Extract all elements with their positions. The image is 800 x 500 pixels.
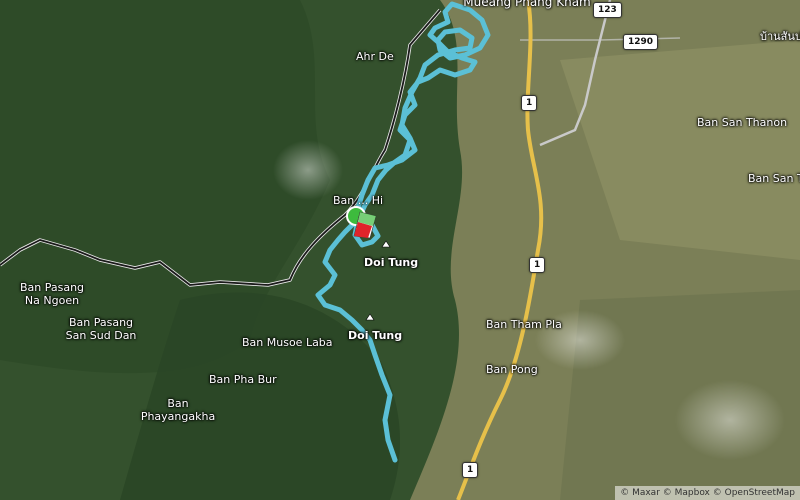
- cloud: [273, 140, 343, 200]
- peak-label-doi-tung: Doi Tung: [364, 256, 419, 269]
- village-label-ban-phayangakha: Ban Phayangakha: [140, 397, 216, 423]
- village-label-ban-pasang-na-ngoen: Ban Pasang Na Ngoen: [19, 281, 85, 307]
- village-label-ban-pong: Ban Pong: [486, 363, 538, 376]
- route-shield-123: 123: [593, 2, 622, 18]
- village-label-ban-san-t: Ban San T: [748, 172, 800, 185]
- village-label-ban-san-thanon: Ban San Thanon: [697, 116, 788, 129]
- village-label-ahr-de: Ahr De: [356, 50, 394, 63]
- village-label-thai: บ้านสันป: [760, 30, 800, 43]
- map-attribution[interactable]: © Maxar © Mapbox © OpenStreetMap: [615, 486, 800, 500]
- route-shield-1290: 1290: [623, 34, 659, 50]
- map-view[interactable]: Mueang Phang Kham Ahr De Ban ... Hi Doi …: [0, 0, 800, 500]
- peak-label-doi-tung: Doi Tung: [348, 329, 403, 342]
- town-label: Mueang Phang Kham: [463, 0, 591, 9]
- route-shield-1: 1: [462, 462, 479, 478]
- village-label-ban-tham-pla: Ban Tham Pla: [486, 318, 562, 331]
- village-label-ban-pasang-san-sud-dan: Ban Pasang San Sud Dan: [65, 316, 137, 342]
- route-shield-1: 1: [521, 95, 538, 111]
- village-label-ban-musoe-laba: Ban Musoe Laba: [242, 336, 333, 349]
- cloud: [675, 380, 785, 460]
- village-label-ban-pha-bur: Ban Pha Bur: [209, 373, 277, 386]
- village-label-ban-hi: Ban ... Hi: [333, 194, 384, 207]
- route-shield-1: 1: [529, 257, 546, 273]
- map-canvas[interactable]: [0, 0, 800, 500]
